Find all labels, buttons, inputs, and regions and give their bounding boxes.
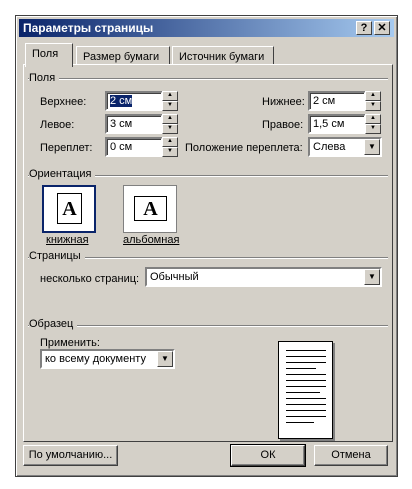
multiple-pages-value: Обычный <box>150 271 199 283</box>
right-margin-input[interactable]: 1,5 см <box>308 114 366 134</box>
portrait-page-icon: A <box>57 193 82 224</box>
preview-text-line <box>286 404 326 405</box>
bottom-margin-input[interactable]: 2 см <box>308 91 366 111</box>
help-button[interactable]: ? <box>356 21 372 35</box>
portrait-option[interactable]: A <box>42 185 96 233</box>
chevron-down-icon[interactable]: ▼ <box>364 269 380 285</box>
preview-text-line <box>286 392 320 393</box>
preview-group-label: Образец <box>29 318 78 330</box>
tab-label: Поля <box>32 48 59 60</box>
page-preview <box>278 341 333 439</box>
portrait-label: книжная <box>46 234 89 246</box>
cancel-button[interactable]: Отмена <box>314 445 388 466</box>
margins-group-label: Поля <box>29 72 60 84</box>
tab-label: Источник бумаги <box>179 51 265 63</box>
landscape-page-icon: A <box>134 196 167 221</box>
bottom-margin-spinner[interactable]: ▲ ▼ <box>365 91 381 111</box>
left-margin-input[interactable]: 3 см <box>105 114 163 134</box>
preview-text-line <box>286 350 326 351</box>
multiple-pages-label: несколько страниц: <box>40 273 140 285</box>
preview-text-line <box>286 398 326 399</box>
bottom-margin-value: 2 см <box>313 95 336 107</box>
gutter-input[interactable]: 0 см <box>105 137 163 157</box>
close-button[interactable]: ✕ <box>374 21 390 35</box>
preview-text-line <box>286 380 326 381</box>
left-margin-spinner[interactable]: ▲ ▼ <box>162 114 178 134</box>
cancel-button-label: Отмена <box>331 449 371 461</box>
gutter-spinner[interactable]: ▲ ▼ <box>162 137 178 157</box>
preview-text-line <box>286 410 326 411</box>
top-margin-input[interactable]: 2 см <box>105 91 163 111</box>
spin-up-icon[interactable]: ▲ <box>365 91 381 101</box>
right-margin-label: Правое: <box>262 119 304 131</box>
group-divider <box>28 78 388 80</box>
spin-up-icon[interactable]: ▲ <box>162 114 178 124</box>
gutter-position-value: Слева <box>313 141 346 153</box>
spin-down-icon[interactable]: ▼ <box>162 101 178 111</box>
top-margin-label: Верхнее: <box>40 96 87 108</box>
gutter-position-select[interactable]: Слева ▼ <box>308 137 382 157</box>
gutter-position-label: Положение переплета: <box>185 142 303 154</box>
spin-up-icon[interactable]: ▲ <box>162 91 178 101</box>
spin-down-icon[interactable]: ▼ <box>162 124 178 134</box>
tab-label: Размер бумаги <box>83 51 160 63</box>
title-bar[interactable]: Параметры страницы ? ✕ <box>19 19 394 37</box>
spin-up-icon[interactable]: ▲ <box>365 114 381 124</box>
ok-button-label: ОК <box>260 449 276 461</box>
chevron-down-icon[interactable]: ▼ <box>157 351 173 367</box>
default-button[interactable]: По умолчанию... <box>23 445 118 466</box>
orientation-group-label: Ориентация <box>29 168 96 180</box>
right-margin-value: 1,5 см <box>313 118 345 130</box>
right-margin-spinner[interactable]: ▲ ▼ <box>365 114 381 134</box>
apply-to-value: ко всему документу <box>45 353 146 365</box>
landscape-label: альбомная <box>123 234 180 246</box>
ok-button[interactable]: ОК <box>230 444 306 467</box>
spin-down-icon[interactable]: ▼ <box>365 124 381 134</box>
spin-down-icon[interactable]: ▼ <box>162 147 178 157</box>
window-title: Параметры страницы <box>23 21 154 35</box>
left-margin-value: 3 см <box>110 118 133 130</box>
top-margin-value: 2 см <box>110 95 133 107</box>
default-button-label: По умолчанию... <box>28 449 113 461</box>
tab-margins[interactable]: Поля <box>25 43 73 67</box>
preview-text-line <box>286 422 314 423</box>
gutter-label: Переплет: <box>40 142 93 154</box>
preview-text-line <box>286 368 316 369</box>
gutter-value: 0 см <box>110 141 133 153</box>
left-margin-label: Левое: <box>40 119 75 131</box>
apply-to-label: Применить: <box>40 337 100 349</box>
apply-to-select[interactable]: ко всему документу ▼ <box>40 349 175 369</box>
preview-text-line <box>286 362 326 363</box>
multiple-pages-select[interactable]: Обычный ▼ <box>145 267 382 287</box>
spin-up-icon[interactable]: ▲ <box>162 137 178 147</box>
spin-down-icon[interactable]: ▼ <box>365 101 381 111</box>
page-setup-dialog: Параметры страницы ? ✕ Поля Размер бумаг… <box>15 15 398 477</box>
group-divider <box>28 325 388 327</box>
pages-group-label: Страницы <box>29 250 85 262</box>
landscape-option[interactable]: A <box>123 185 177 233</box>
preview-text-line <box>286 416 326 417</box>
preview-text-line <box>286 386 326 387</box>
preview-text-line <box>286 356 326 357</box>
top-margin-spinner[interactable]: ▲ ▼ <box>162 91 178 111</box>
preview-text-line <box>286 374 326 375</box>
bottom-margin-label: Нижнее: <box>262 96 305 108</box>
chevron-down-icon[interactable]: ▼ <box>364 139 380 155</box>
